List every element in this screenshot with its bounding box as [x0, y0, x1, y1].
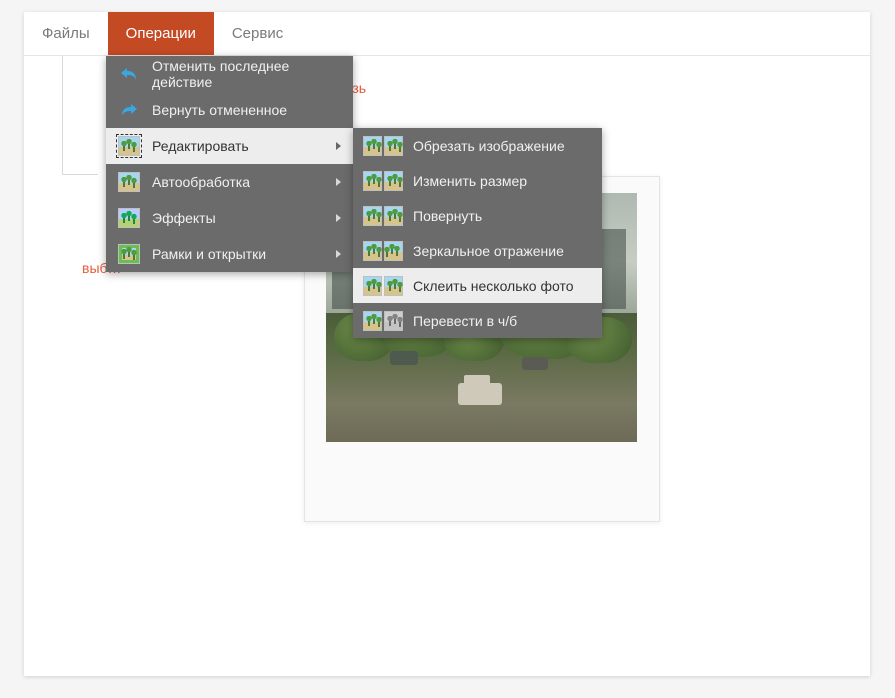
menu-item-frames[interactable]: Рамки и открытки	[106, 236, 353, 272]
submenu-item-label: Перевести в ч/б	[413, 313, 517, 329]
menu-item-label: Рамки и открытки	[152, 246, 266, 262]
menu-item-label: Отменить последнее действие	[152, 58, 341, 90]
menubar: Файлы Операции Сервис	[24, 12, 870, 56]
menu-item-undo[interactable]: Отменить последнее действие	[106, 56, 353, 92]
menu-item-label: Вернуть отмененное	[152, 102, 287, 118]
bw-icon	[363, 311, 403, 331]
submenu-item-crop[interactable]: Обрезать изображение	[353, 128, 602, 163]
mirror-icon	[363, 241, 403, 261]
submenu-arrow-icon	[336, 250, 341, 258]
menu-item-label: Редактировать	[152, 138, 249, 154]
app-window: обратная связь редактирование фото … и с…	[24, 12, 870, 676]
menu-item-auto[interactable]: Автообработка	[106, 164, 353, 200]
menu-item-effects[interactable]: Эффекты	[106, 200, 353, 236]
menu-operations[interactable]: Операции	[108, 12, 214, 55]
submenu-item-mirror[interactable]: Зеркальное отражение	[353, 233, 602, 268]
submenu-item-bw[interactable]: Перевести в ч/б	[353, 303, 602, 338]
auto-process-icon	[118, 171, 140, 193]
submenu-item-label: Обрезать изображение	[413, 138, 565, 154]
submenu-item-stitch[interactable]: Склеить несколько фото	[353, 268, 602, 303]
menu-item-edit[interactable]: Редактировать	[106, 128, 353, 164]
crop-icon	[363, 136, 403, 156]
menu-item-redo[interactable]: Вернуть отмененное	[106, 92, 353, 128]
rotate-icon	[363, 206, 403, 226]
effects-icon	[118, 207, 140, 229]
redo-icon	[118, 99, 140, 121]
submenu-item-label: Изменить размер	[413, 173, 527, 189]
edit-submenu: Обрезать изображение Изменить размер Пов…	[353, 128, 602, 338]
undo-icon	[118, 63, 140, 85]
submenu-item-label: Склеить несколько фото	[413, 278, 574, 294]
menu-item-label: Эффекты	[152, 210, 216, 226]
edit-selection-icon	[118, 135, 140, 157]
submenu-item-label: Повернуть	[413, 208, 482, 224]
menu-item-label: Автообработка	[152, 174, 250, 190]
photo-car	[458, 383, 502, 405]
submenu-item-label: Зеркальное отражение	[413, 243, 564, 259]
menu-service[interactable]: Сервис	[214, 12, 301, 55]
submenu-item-resize[interactable]: Изменить размер	[353, 163, 602, 198]
submenu-arrow-icon	[336, 214, 341, 222]
photo-car	[522, 357, 548, 370]
stitch-icon	[363, 276, 403, 296]
submenu-arrow-icon	[336, 178, 341, 186]
operations-dropdown: Отменить последнее действие Вернуть отме…	[106, 56, 353, 272]
frames-icon	[118, 243, 140, 265]
guide-line-horizontal	[62, 174, 98, 175]
submenu-item-rotate[interactable]: Повернуть	[353, 198, 602, 233]
photo-car	[390, 351, 418, 365]
submenu-arrow-icon	[336, 142, 341, 150]
resize-icon	[363, 171, 403, 191]
menu-files[interactable]: Файлы	[24, 12, 108, 55]
guide-line-vertical	[62, 56, 63, 174]
